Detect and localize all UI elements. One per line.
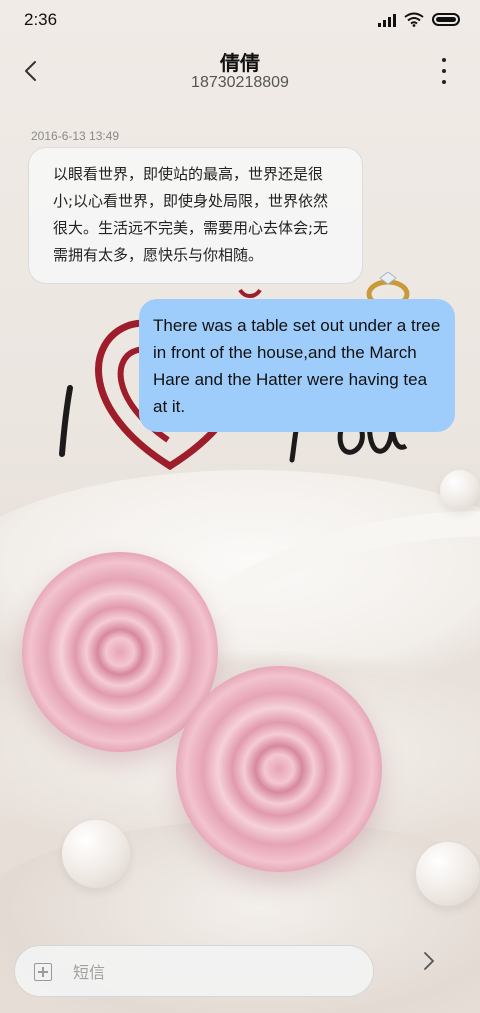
attach-button[interactable] [34,963,52,981]
send-button[interactable] [416,948,442,974]
outgoing-message-bubble[interactable]: There was a table set out under a tree i… [139,299,455,432]
signal-icon [378,13,396,27]
status-time: 2:36 [24,10,58,29]
status-bar: 2:36 [0,0,480,44]
wifi-icon [404,12,424,27]
status-icons [378,12,460,27]
contact-name: 倩倩 [220,51,260,75]
battery-level [436,17,456,22]
conversation-header: 倩倩 18730218809 [0,44,480,104]
incoming-message-bubble[interactable]: 以眼看世界，即使站的最高，世界还是很小;以心看世界，即使身处局限，世界依然很大。… [28,147,363,284]
more-vertical-icon [442,58,446,62]
message-composer [14,945,374,997]
pearl-decoration [62,820,130,888]
message-timestamp: 2016-6-13 13:49 [31,129,120,143]
battery-icon [432,13,460,26]
pearl-decoration [440,470,480,510]
rose-decoration [176,666,382,872]
more-options-button[interactable] [436,58,452,84]
sms-input[interactable] [71,956,355,988]
contact-number: 18730218809 [191,74,289,91]
pearl-decoration [416,842,480,906]
